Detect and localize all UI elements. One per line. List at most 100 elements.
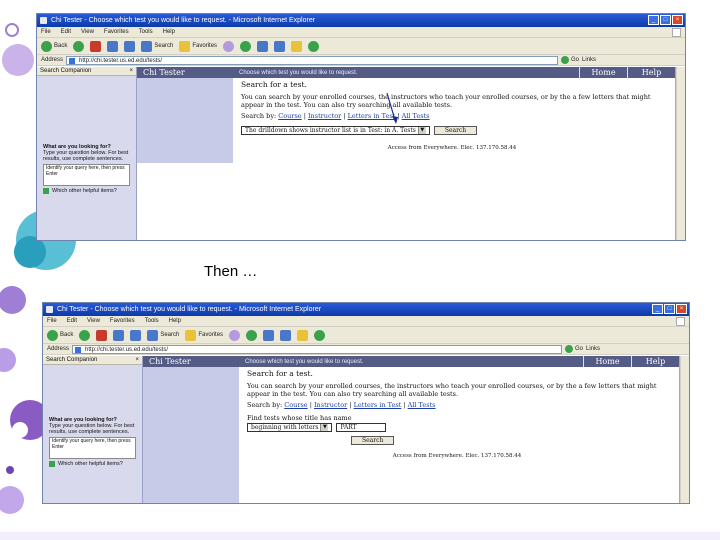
refresh-icon xyxy=(113,329,125,341)
menu-help[interactable]: Help xyxy=(169,316,181,326)
close-button[interactable]: × xyxy=(676,304,687,314)
go-button[interactable]: Go xyxy=(565,345,583,353)
browser-content: Search Companion × What are you looking f… xyxy=(37,67,685,240)
search-button[interactable]: Search xyxy=(141,40,173,52)
find-tests-label: Find tests whose title has name xyxy=(247,414,352,422)
stop-button[interactable] xyxy=(90,40,102,52)
all-tests-link[interactable]: All Tests xyxy=(408,401,436,409)
menu-favorites[interactable]: Favorites xyxy=(104,27,129,37)
back-button[interactable]: Back xyxy=(41,40,67,52)
links-button[interactable]: Links xyxy=(582,57,596,63)
forward-button[interactable] xyxy=(73,40,85,52)
print-button[interactable] xyxy=(274,40,286,52)
back-button[interactable]: Back xyxy=(47,329,73,341)
search-submit-button[interactable]: Search xyxy=(433,126,478,135)
slide-caption: Then … xyxy=(204,263,258,280)
web-page: Chi Tester Choose which test you would l… xyxy=(137,67,676,240)
menu-file[interactable]: File xyxy=(47,316,57,326)
edit-button[interactable] xyxy=(291,40,303,52)
course-link[interactable]: Course xyxy=(278,112,301,120)
site-subtitle: Choose which test you would like to requ… xyxy=(245,358,364,365)
favorites-button[interactable]: Favorites xyxy=(179,40,217,52)
vertical-scrollbar[interactable] xyxy=(676,67,685,240)
menu-edit[interactable]: Edit xyxy=(61,27,71,37)
go-button[interactable]: Go xyxy=(561,56,579,64)
stop-button[interactable] xyxy=(96,329,108,341)
menu-help[interactable]: Help xyxy=(163,27,175,37)
home-link[interactable]: Home xyxy=(583,356,631,367)
intro-text: You can search by your enrolled courses,… xyxy=(241,93,651,109)
history-button[interactable] xyxy=(246,329,258,341)
links-button[interactable]: Links xyxy=(586,346,600,352)
menu-view[interactable]: View xyxy=(81,27,94,37)
helpful-items-link[interactable]: Which other helpful items? xyxy=(49,461,136,467)
home-button[interactable] xyxy=(130,329,142,341)
all-tests-link[interactable]: All Tests xyxy=(402,112,430,120)
mail-button[interactable] xyxy=(263,329,275,341)
mail-button[interactable] xyxy=(257,40,269,52)
menu-file[interactable]: File xyxy=(41,27,51,37)
help-link[interactable]: Help xyxy=(627,67,675,78)
search-row: The drilldown shows instructor list is i… xyxy=(241,126,663,135)
search-query-input[interactable]: Identify your query here, then press Ent… xyxy=(43,164,130,186)
messenger-button[interactable] xyxy=(314,329,326,341)
test-select[interactable]: The drilldown shows instructor list is i… xyxy=(241,126,430,135)
toolbar: Back Search Favorites xyxy=(37,38,685,55)
edit-button[interactable] xyxy=(297,329,309,341)
search-companion-pane: Search Companion × What are you looking f… xyxy=(37,67,137,240)
messenger-icon xyxy=(308,40,320,52)
close-pane-icon[interactable]: × xyxy=(129,67,133,75)
page-heading: Search for a test. xyxy=(247,369,313,378)
search-companion-pane: Search Companion × What are you looking f… xyxy=(43,356,143,503)
menu-view[interactable]: View xyxy=(87,316,100,326)
instructor-link[interactable]: Instructor xyxy=(314,401,347,409)
menu-tools[interactable]: Tools xyxy=(145,316,159,326)
address-input[interactable]: http://chi.tester.us.ed.edu/tests/ xyxy=(66,55,559,65)
back-arrow-icon xyxy=(41,40,52,52)
home-link[interactable]: Home xyxy=(579,67,627,78)
address-label: Address xyxy=(47,346,70,352)
minimize-button[interactable]: _ xyxy=(648,15,659,25)
go-arrow-icon xyxy=(565,345,574,353)
search-submit-button[interactable]: Search xyxy=(351,436,395,445)
page-heading: Search for a test. xyxy=(241,80,307,89)
menu-favorites[interactable]: Favorites xyxy=(110,316,135,326)
address-label: Address xyxy=(41,57,64,63)
refresh-button[interactable] xyxy=(113,329,125,341)
history-button[interactable] xyxy=(240,40,252,52)
search-button[interactable]: Search xyxy=(147,329,179,341)
favorites-button[interactable]: Favorites xyxy=(185,329,223,341)
menu-tools[interactable]: Tools xyxy=(139,27,153,37)
match-mode-select[interactable]: beginning with letters ▼ xyxy=(247,423,333,432)
print-button[interactable] xyxy=(280,329,292,341)
letters-in-test-link[interactable]: Letters in Test xyxy=(354,401,402,409)
help-link[interactable]: Help xyxy=(631,356,679,367)
vertical-scrollbar[interactable] xyxy=(680,356,689,503)
minimize-button[interactable]: _ xyxy=(652,304,663,314)
menu-bar: File Edit View Favorites Tools Help xyxy=(37,27,685,38)
access-note: Access from Everywhere. Elec. 137.170.58… xyxy=(387,145,517,151)
instructor-link[interactable]: Instructor xyxy=(308,112,341,120)
media-button[interactable] xyxy=(229,329,241,341)
letters-input[interactable]: PART xyxy=(336,423,387,432)
refresh-button[interactable] xyxy=(107,40,119,52)
maximize-button[interactable]: □ xyxy=(664,304,675,314)
media-button[interactable] xyxy=(223,40,235,52)
browser-content: Search Companion × What are you looking f… xyxy=(43,356,689,503)
windows-logo-icon xyxy=(672,28,681,37)
close-button[interactable]: × xyxy=(672,15,683,25)
search-query-input[interactable]: Identify your query here, then press Ent… xyxy=(49,437,136,459)
course-link[interactable]: Course xyxy=(284,401,307,409)
address-input[interactable]: http://chi.tester.us.ed.edu/tests/ xyxy=(72,344,563,354)
close-pane-icon[interactable]: × xyxy=(135,356,139,364)
access-note: Access from Everywhere. Elec. 137.170.58… xyxy=(392,453,522,459)
forward-button[interactable] xyxy=(79,329,91,341)
maximize-button[interactable]: □ xyxy=(660,15,671,25)
forward-arrow-icon xyxy=(79,329,91,341)
helpful-items-link[interactable]: Which other helpful items? xyxy=(43,188,130,194)
menu-edit[interactable]: Edit xyxy=(67,316,77,326)
main-content: Search for a test. You can search by you… xyxy=(247,369,667,459)
home-button[interactable] xyxy=(124,40,136,52)
browser-window-before: Chi Tester - Choose which test you would… xyxy=(36,13,686,241)
messenger-button[interactable] xyxy=(308,40,320,52)
